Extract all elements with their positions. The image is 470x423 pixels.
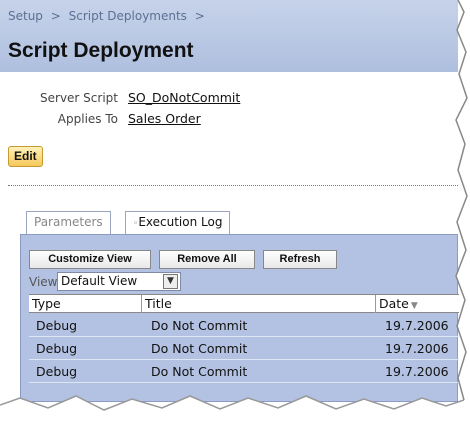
torn-edge-decoration <box>0 0 470 423</box>
